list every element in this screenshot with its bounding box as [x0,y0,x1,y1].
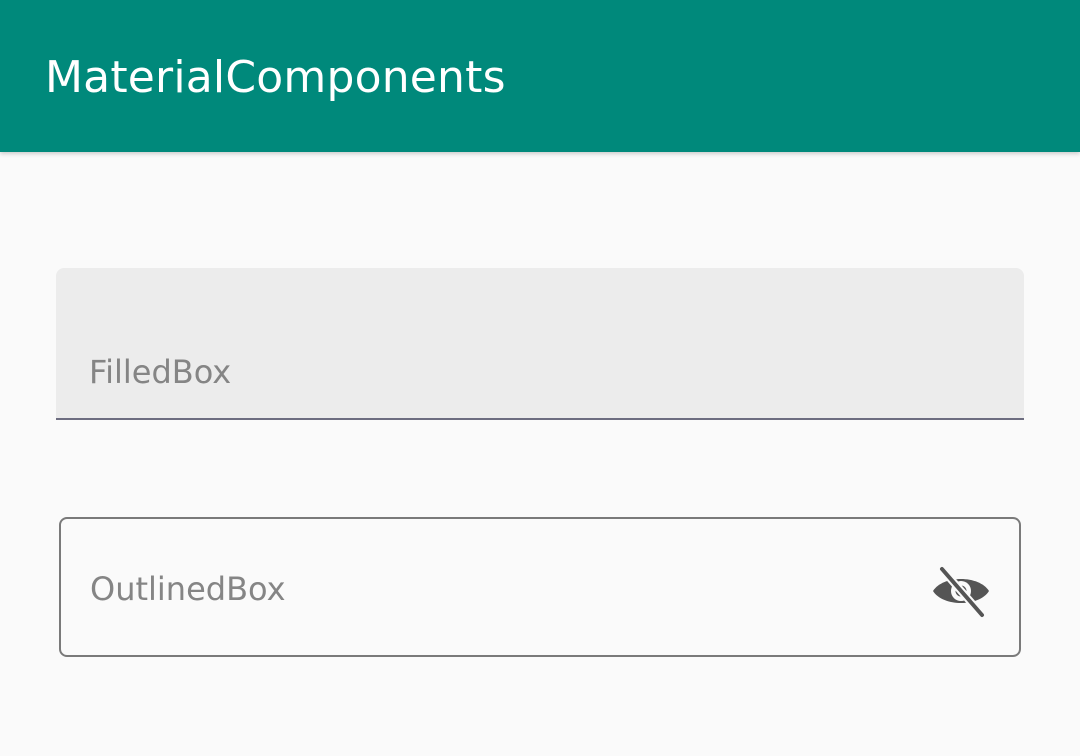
app-title: MaterialComponents [45,52,506,103]
filled-box-hint: FilledBox [89,353,232,391]
filled-box-text-field[interactable]: FilledBox [56,268,1024,420]
app-bar: MaterialComponents [0,0,1080,152]
visibility-off-icon [933,565,989,619]
outlined-box-text-field[interactable]: OutlinedBox [59,517,1021,657]
outlined-box-hint: OutlinedBox [90,570,286,608]
password-visibility-toggle[interactable] [929,563,993,619]
